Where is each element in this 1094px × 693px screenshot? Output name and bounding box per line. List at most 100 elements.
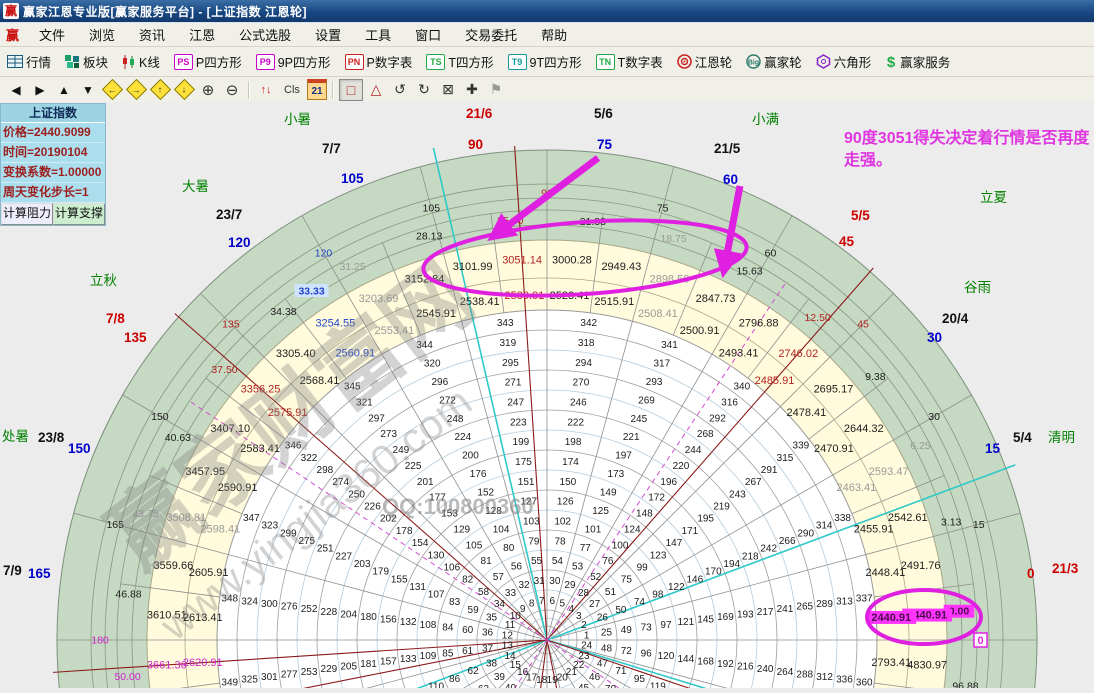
menu-item-7[interactable]: 窗口	[403, 23, 453, 46]
crosshair-tool-button[interactable]: ✚	[461, 80, 483, 100]
rotate-ccw-button[interactable]: ↺	[389, 80, 411, 100]
svg-text:清明: 清明	[1048, 430, 1075, 445]
svg-text:45: 45	[857, 318, 869, 330]
toolbar-button-行情[interactable]: 行情	[0, 50, 58, 73]
svg-text:2644.32: 2644.32	[844, 423, 884, 435]
toolbar-button-P数字表[interactable]: PNP数字表	[338, 50, 420, 73]
svg-text:$: $	[887, 54, 896, 69]
shift-up-button[interactable]: ↑	[149, 80, 171, 100]
toolbar-button-六角形[interactable]: 六角形	[809, 50, 879, 73]
rect-tool-button[interactable]: □	[339, 79, 363, 101]
svg-text:220: 220	[673, 461, 690, 472]
toolbar-button-江恩轮[interactable]: 江恩轮	[670, 50, 740, 73]
svg-text:338: 338	[834, 513, 851, 524]
app-logo-icon: 赢	[3, 3, 19, 19]
menu-item-1[interactable]: 浏览	[77, 23, 127, 46]
xbox-tool-button[interactable]: ⊠	[437, 80, 459, 100]
menu-item-5[interactable]: 设置	[303, 23, 353, 46]
prev-button[interactable]: ◀	[5, 80, 27, 100]
menu-item-0[interactable]: 文件	[27, 23, 77, 46]
svg-text:小暑: 小暑	[284, 112, 311, 127]
svg-text:247: 247	[507, 398, 524, 409]
svg-text:3: 3	[576, 611, 582, 622]
triangle-tool-button[interactable]: △	[365, 80, 387, 100]
svg-text:53: 53	[572, 562, 584, 573]
svg-text:35: 35	[486, 613, 498, 624]
svg-text:31: 31	[534, 576, 546, 587]
p-square-icon: PS	[174, 54, 193, 70]
svg-text:1: 1	[584, 630, 590, 641]
svg-text:37: 37	[482, 643, 494, 654]
toolbar-button-K线[interactable]: K线	[115, 50, 167, 73]
svg-text:33.33: 33.33	[298, 285, 324, 297]
svg-text:222: 222	[567, 417, 584, 428]
menu-item-2[interactable]: 资讯	[127, 23, 177, 46]
svg-text:3661.36: 3661.36	[147, 659, 187, 671]
svg-text:7/7: 7/7	[322, 141, 341, 156]
shift-down-button[interactable]: ↓	[173, 80, 195, 100]
annotation-text: 90度3051得失决定着行情是否再度走强。	[844, 128, 1094, 172]
svg-text:39: 39	[494, 672, 506, 683]
svg-text:12: 12	[502, 630, 514, 641]
toolbar-button-赢家服务[interactable]: $赢家服务	[878, 50, 957, 73]
calendar-button[interactable]: 21	[307, 79, 327, 100]
svg-text:5/6: 5/6	[594, 106, 613, 121]
svg-text:6.25: 6.25	[910, 440, 931, 452]
svg-text:45: 45	[578, 683, 590, 688]
calc-support-button[interactable]: 计算支撑	[53, 203, 105, 225]
svg-text:121: 121	[677, 617, 694, 628]
svg-text:313: 313	[836, 596, 853, 607]
toolbar-button-9P四方形[interactable]: P99P四方形	[249, 50, 338, 73]
zoom-out-button[interactable]: ⊖	[221, 80, 243, 100]
svg-text:107: 107	[428, 590, 445, 601]
svg-text:336: 336	[836, 675, 853, 686]
svg-text:343: 343	[497, 318, 514, 329]
svg-text:32: 32	[518, 580, 530, 591]
menu-item-3[interactable]: 江恩	[177, 23, 227, 46]
svg-text:223: 223	[510, 417, 527, 428]
pointer-down-button[interactable]: ▼	[77, 80, 99, 100]
next-button[interactable]: ▶	[29, 80, 51, 100]
svg-text:大暑: 大暑	[182, 179, 209, 194]
toolbar-button-T数字表[interactable]: TNT数字表	[589, 50, 670, 73]
calc-resistance-button[interactable]: 计算阻力	[1, 203, 53, 225]
pin-tool-button[interactable]: ⚑	[485, 80, 507, 100]
svg-text:处暑: 处暑	[2, 429, 29, 444]
pointer-up-button[interactable]: ▲	[53, 80, 75, 100]
svg-text:2793.41: 2793.41	[871, 657, 911, 669]
svg-text:144: 144	[677, 654, 694, 665]
toolbar-button-板块[interactable]: 板块	[58, 50, 115, 73]
menu-item-8[interactable]: 交易委托	[453, 23, 529, 46]
svg-text:2485.91: 2485.91	[755, 375, 795, 387]
svg-text:246: 246	[570, 398, 587, 409]
menu-item-4[interactable]: 公式选股	[227, 23, 303, 46]
svg-text:199: 199	[513, 437, 530, 448]
toolbar-button-P四方形[interactable]: PSP四方形	[167, 50, 249, 73]
toolbar-button-T四方形[interactable]: TST四方形	[419, 50, 500, 73]
svg-text:267: 267	[745, 477, 762, 488]
updown-button[interactable]: ↑↓	[255, 80, 277, 100]
zoom-in-button[interactable]: ⊕	[197, 80, 219, 100]
svg-text:31.25: 31.25	[339, 261, 365, 273]
svg-text:81: 81	[481, 556, 493, 567]
shift-right-button[interactable]: →	[125, 80, 147, 100]
menu-item-9[interactable]: 帮助	[529, 23, 579, 46]
svg-text:2593.47: 2593.47	[869, 466, 909, 478]
svg-text:84: 84	[442, 622, 454, 633]
svg-text:82: 82	[462, 575, 474, 586]
shift-left-button[interactable]: ←	[101, 80, 123, 100]
rotate-cw-button[interactable]: ↻	[413, 80, 435, 100]
toolbar-button-赢家轮[interactable]: Big赢家轮	[739, 50, 809, 73]
dollar-service-icon: $	[885, 54, 897, 69]
svg-text:133: 133	[400, 654, 417, 665]
drawing-toolbar: ◀▶▲▼←→↑↓⊕⊖↑↓Cls21□△↺↻⊠✚⚑	[0, 77, 1094, 103]
svg-text:72: 72	[621, 646, 633, 657]
menu-item-6[interactable]: 工具	[353, 23, 403, 46]
svg-text:2478.41: 2478.41	[787, 407, 827, 419]
svg-text:292: 292	[709, 413, 726, 424]
title-bar: 赢 赢家江恩专业版[赢家服务平台] - [上证指数 江恩轮]	[0, 0, 1094, 23]
cls-button[interactable]: Cls	[279, 80, 305, 100]
svg-text:316: 316	[721, 397, 738, 408]
svg-text:228: 228	[321, 607, 338, 618]
toolbar-button-9T四方形[interactable]: T99T四方形	[501, 50, 589, 73]
